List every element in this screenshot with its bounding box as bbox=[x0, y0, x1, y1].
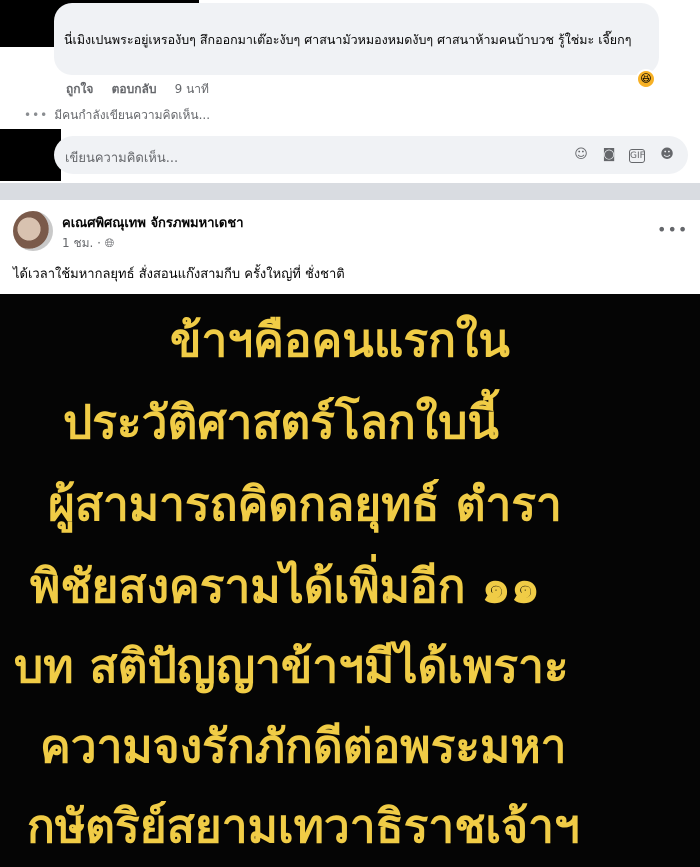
author-avatar[interactable] bbox=[13, 211, 53, 251]
post-caption: ได้เวลาใช้มหากลยุทธ์ สั่งสอนแก๊งสามกีบ ค… bbox=[13, 267, 345, 282]
post-meta: 1 ชม. · 🌐︎ bbox=[62, 236, 115, 250]
post-header: คเณศพิศณุเทพ จักรภพมหาเดชา 1 ชม. · 🌐︎ ••… bbox=[0, 200, 700, 294]
post-author[interactable]: คเณศพิศณุเทพ จักรภพมหาเดชา bbox=[62, 212, 244, 233]
image-text-line: กษัตริย์สยามเทวาธิราชเจ้าฯ bbox=[27, 799, 580, 853]
image-text-line: ข้าฯคือคนแรกใน bbox=[170, 313, 510, 367]
post-separator bbox=[0, 183, 700, 200]
comment-input[interactable]: เขียนความคิดเห็น... ☺ ◙ GIF ☻ bbox=[54, 136, 688, 174]
camera-icon[interactable]: ◙ bbox=[600, 146, 618, 164]
globe-icon: 🌐︎ bbox=[104, 236, 115, 250]
reply-button[interactable]: ตอบกลับ bbox=[112, 82, 157, 96]
typing-dots-icon: ••• bbox=[24, 108, 49, 122]
redacted-user-avatar bbox=[0, 129, 61, 181]
emoji-icon[interactable]: ☺ bbox=[572, 146, 590, 164]
laugh-reaction-icon[interactable]: 😆 bbox=[636, 69, 656, 89]
image-text-line: บท สติปัญญาข้าฯมีได้เพราะ bbox=[14, 639, 569, 693]
comment-text: นี่เมิงเปนพระอยู่เหรองับๆ สึกออกมาเต๊อะง… bbox=[64, 32, 632, 47]
post-image[interactable]: ข้าฯคือคนแรกใน ประวัติศาสตร์โลกใบนี้ ผู้… bbox=[0, 294, 700, 867]
comment-actions: ถูกใจ ตอบกลับ 9 นาที bbox=[66, 80, 223, 99]
gif-icon[interactable]: GIF bbox=[629, 149, 645, 163]
image-text-line: ผู้สามารถคิดกลยุทธ์ ตำรา bbox=[48, 477, 562, 531]
image-text-line: พิชัยสงครามได้เพิ่มอีก ๑๑ bbox=[30, 559, 540, 613]
image-text-line: ความจงรักภักดีต่อพระมหา bbox=[40, 719, 567, 773]
post-time[interactable]: 1 ชม. bbox=[62, 236, 93, 250]
more-options-icon[interactable]: ••• bbox=[657, 220, 688, 239]
sticker-icon[interactable]: ☻ bbox=[658, 146, 676, 164]
typing-indicator: ••• มีคนกำลังเขียนความคิดเห็น... bbox=[24, 106, 210, 125]
like-button[interactable]: ถูกใจ bbox=[66, 82, 93, 96]
comment-time[interactable]: 9 นาที bbox=[175, 82, 209, 96]
image-text-line: ประวัติศาสตร์โลกใบนี้ bbox=[63, 395, 499, 449]
typing-text: มีคนกำลังเขียนความคิดเห็น... bbox=[54, 108, 211, 122]
comment-section: นี่เมิงเปนพระอยู่เหรองับๆ สึกออกมาเต๊อะง… bbox=[0, 0, 700, 183]
comment-input-placeholder: เขียนความคิดเห็น... bbox=[65, 151, 179, 166]
